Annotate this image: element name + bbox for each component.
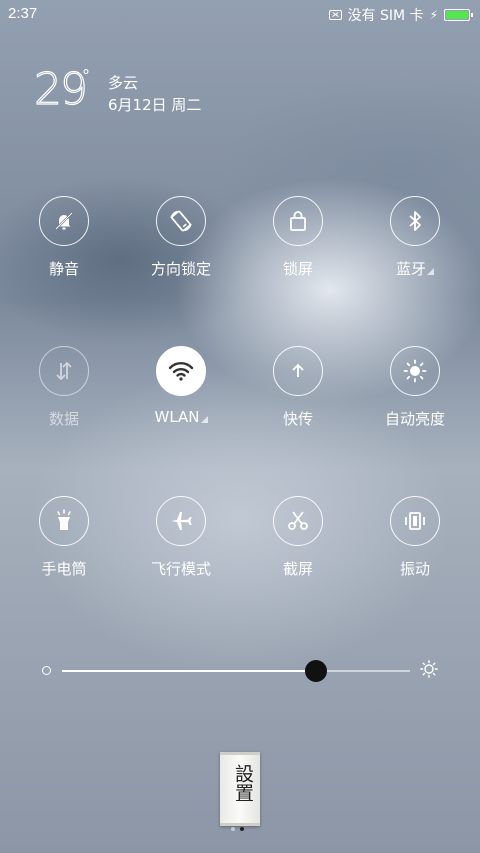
toggle-flashlight[interactable]: 手电筒: [6, 496, 122, 579]
bluetooth-icon[interactable]: [390, 196, 440, 246]
toggle-label: 手电筒: [6, 558, 122, 579]
toggle-label: 振动: [357, 558, 473, 579]
toggle-label: 数据: [6, 408, 122, 429]
toggle-label-text: 截屏: [282, 560, 313, 578]
toggle-scissors[interactable]: 截屏: [240, 496, 356, 579]
scissors-icon[interactable]: [273, 496, 323, 546]
toggle-bell-muted[interactable]: 静音: [6, 196, 122, 279]
brightness-track[interactable]: [62, 660, 410, 682]
more-options-corner-icon: [200, 416, 208, 423]
toggle-label: 静音: [6, 258, 122, 279]
weather-condition: 多云: [108, 74, 139, 92]
toggle-label-text: 手电筒: [41, 560, 87, 578]
toggle-label: 截屏: [240, 558, 356, 579]
toggle-label-text: 快传: [282, 410, 313, 428]
toggle-airplane[interactable]: 飞行模式: [123, 496, 239, 579]
toggle-label-text: 振动: [399, 560, 430, 578]
settings-card-text: 設置: [232, 764, 254, 802]
toggle-label: 蓝牙: [357, 258, 473, 279]
settings-card[interactable]: 設置: [220, 752, 260, 826]
lock-screen-icon[interactable]: [273, 196, 323, 246]
toggle-label-text: 锁屏: [282, 260, 313, 278]
degree-symbol: °: [82, 66, 90, 85]
flashlight-icon[interactable]: [39, 496, 89, 546]
data-arrows-icon[interactable]: [39, 346, 89, 396]
toggle-bluetooth[interactable]: 蓝牙: [357, 196, 473, 279]
rotation-lock-icon[interactable]: [156, 196, 206, 246]
charging-bolt-icon: ⚡: [429, 8, 438, 22]
weather-info: 多云 6月12日 周二: [108, 72, 201, 116]
vibrate-icon[interactable]: [390, 496, 440, 546]
toggle-label: WLAN: [123, 408, 239, 426]
toggle-vibrate[interactable]: 振动: [357, 496, 473, 579]
toggle-label: 飞行模式: [123, 558, 239, 579]
toggle-brightness-auto[interactable]: 自动亮度: [357, 346, 473, 429]
weather-widget[interactable]: 29 °: [33, 64, 90, 115]
airplane-icon[interactable]: [156, 496, 206, 546]
brightness-thumb[interactable]: [305, 660, 328, 682]
toggle-rotation-lock[interactable]: 方向锁定: [123, 196, 239, 279]
bell-muted-icon[interactable]: [39, 196, 89, 246]
brightness-auto-icon[interactable]: [390, 346, 440, 396]
toggle-label: 自动亮度: [357, 408, 473, 429]
toggle-label-text: 蓝牙: [395, 260, 426, 278]
toggle-upload-arrow[interactable]: 快传: [240, 346, 356, 429]
status-time: 2:37: [8, 5, 38, 22]
battery-icon: [444, 9, 473, 21]
temperature: 29: [33, 64, 88, 115]
brightness-high-icon[interactable]: [420, 660, 438, 682]
toggle-label-text: WLAN: [154, 408, 200, 426]
toggle-label: 方向锁定: [123, 258, 239, 279]
no-sim-icon: [328, 10, 342, 20]
toggle-data-arrows[interactable]: 数据: [6, 346, 122, 429]
no-sim-text: 没有 SIM 卡: [347, 8, 424, 24]
more-options-corner-icon: [427, 268, 434, 275]
toggle-label-text: 自动亮度: [384, 410, 445, 428]
toggle-label: 快传: [240, 408, 356, 429]
toggle-lock-screen[interactable]: 锁屏: [240, 196, 356, 279]
brightness-low-icon: [42, 666, 51, 675]
status-bar: 2:37 没有 SIM 卡 ⚡: [0, 0, 480, 28]
battery-fill: [446, 11, 468, 19]
page-dot: [240, 827, 244, 831]
toggle-label-text: 静音: [48, 260, 79, 278]
toggle-label: 锁屏: [240, 258, 356, 279]
status-right: 没有 SIM 卡 ⚡: [328, 5, 473, 25]
weather-date: 6月12日 周二: [108, 96, 202, 114]
brightness-track-fill: [62, 670, 317, 672]
brightness-slider[interactable]: [0, 656, 480, 686]
toggle-label-text: 飞行模式: [150, 560, 211, 578]
page-dot: [231, 827, 235, 831]
toggle-label-text: 数据: [48, 410, 79, 428]
upload-arrow-icon[interactable]: [273, 346, 323, 396]
page-indicator: [231, 827, 244, 831]
wifi-icon[interactable]: [156, 346, 206, 396]
toggle-label-text: 方向锁定: [150, 260, 211, 278]
toggle-wifi[interactable]: WLAN: [123, 346, 239, 426]
